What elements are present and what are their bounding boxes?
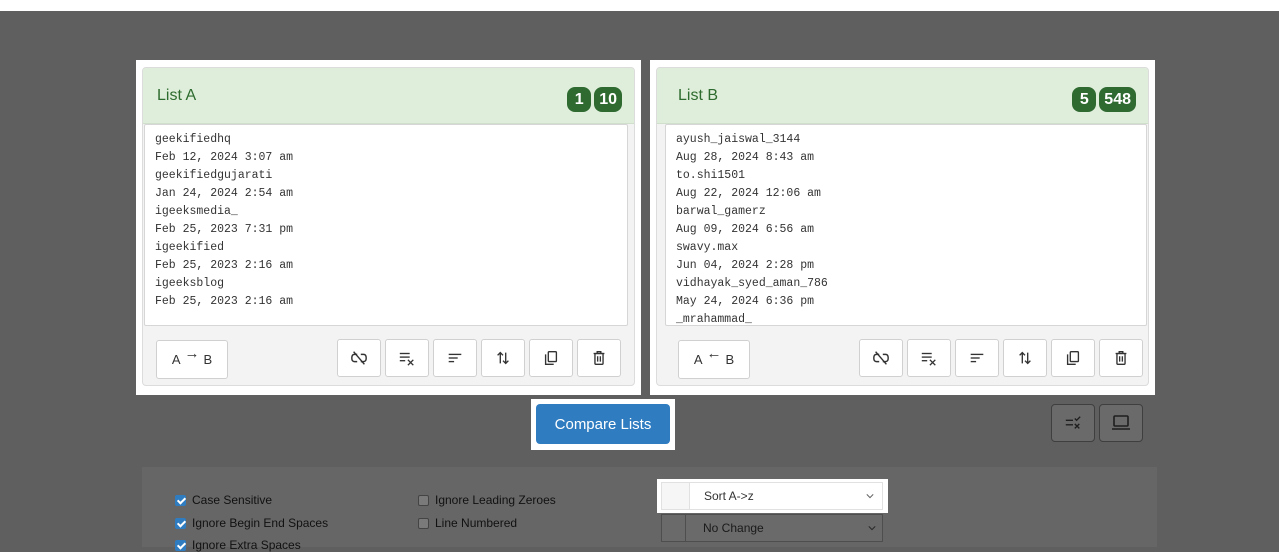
laptop-icon <box>1112 415 1130 430</box>
ignore-begin-end-spaces-label: Ignore Begin End Spaces <box>192 516 329 530</box>
sort-select-highlight: Sort A->z <box>657 479 888 513</box>
clear-format-icon <box>921 352 936 366</box>
list-a-badges: 1 10 <box>567 87 622 112</box>
arrow-right-icon: → <box>184 345 200 362</box>
sort-lines-icon <box>970 353 984 363</box>
swap-vertical-icon <box>1019 351 1031 365</box>
sort-select-value: Sort A->z <box>704 489 754 503</box>
copy-icon <box>544 351 558 365</box>
list-a-copy-button[interactable] <box>529 339 573 377</box>
list-a-title: List A <box>157 87 197 104</box>
line-numbered-checkbox[interactable] <box>418 517 429 529</box>
compare-highlight: Compare Lists <box>531 399 675 450</box>
list-b-card: List B 5 548 ayush_jaiswal_3144 Aug 28, … <box>656 67 1149 386</box>
list-b-panel: List B 5 548 ayush_jaiswal_3144 Aug 28, … <box>650 60 1155 395</box>
clear-format-icon <box>399 352 414 366</box>
chevron-down-icon <box>866 494 874 499</box>
list-check-icon <box>1065 416 1081 429</box>
trash-icon <box>593 351 605 365</box>
list-b-unlink-button[interactable] <box>859 339 903 377</box>
swap-vertical-icon <box>497 351 509 365</box>
list-b-swap-button[interactable] <box>1003 339 1047 377</box>
case-sensitive-checkbox[interactable] <box>175 494 186 506</box>
list-a-unique-count-badge: 1 <box>567 87 592 112</box>
line-numbered-label: Line Numbered <box>435 516 518 530</box>
unlink-icon <box>351 351 367 365</box>
ignore-extra-spaces-label: Ignore Extra Spaces <box>192 538 301 552</box>
list-a-swap-button[interactable] <box>481 339 525 377</box>
move-b-to-a-button[interactable]: A ← B <box>678 340 750 379</box>
ignore-leading-zeroes-checkbox[interactable] <box>418 494 429 506</box>
list-a-card: List A 1 10 geekifiedhq Feb 12, 2024 3:0… <box>142 67 635 386</box>
case-select-group: No Change <box>661 514 883 542</box>
list-a-sort-button[interactable] <box>433 339 477 377</box>
options-panel: Case Sensitive Ignore Begin End Spaces I… <box>142 467 1157 552</box>
list-b-delete-button[interactable] <box>1099 339 1143 377</box>
list-b-header: List B 5 548 <box>657 68 1148 124</box>
arrow-left-icon: ← <box>706 345 722 362</box>
unlink-icon <box>873 351 889 365</box>
sort-lines-icon <box>448 353 462 363</box>
list-b-total-count-badge: 548 <box>1099 87 1136 112</box>
case-sensitive-label: Case Sensitive <box>192 493 273 507</box>
list-a-total-count-badge: 10 <box>594 87 622 112</box>
ignore-begin-end-spaces-option[interactable]: Ignore Begin End Spaces <box>175 516 328 530</box>
case-select[interactable]: No Change <box>685 515 882 541</box>
list-a-clear-format-button[interactable] <box>385 339 429 377</box>
line-numbered-option[interactable]: Line Numbered <box>418 516 517 530</box>
copy-icon <box>1066 351 1080 365</box>
trash-icon <box>1115 351 1127 365</box>
list-a-panel: List A 1 10 geekifiedhq Feb 12, 2024 3:0… <box>136 60 641 395</box>
list-b-title: List B <box>678 87 719 104</box>
case-select-value: No Change <box>703 521 764 535</box>
sort-select[interactable]: Sort A->z <box>689 483 882 509</box>
display-mode-button[interactable] <box>1099 404 1143 442</box>
sort-select-group: Sort A->z <box>661 482 883 510</box>
list-b-sort-button[interactable] <box>955 339 999 377</box>
list-b-clear-format-button[interactable] <box>907 339 951 377</box>
ignore-extra-spaces-checkbox[interactable] <box>175 539 186 551</box>
ignore-begin-end-spaces-checkbox[interactable] <box>175 517 186 529</box>
move-a-label: A <box>171 352 181 367</box>
toggle-options-button[interactable] <box>1051 404 1095 442</box>
list-a-header: List A 1 10 <box>143 68 634 124</box>
list-a-unlink-button[interactable] <box>337 339 381 377</box>
list-a-textarea[interactable]: geekifiedhq Feb 12, 2024 3:07 am geekifi… <box>144 124 628 326</box>
chevron-down-icon <box>868 526 876 531</box>
list-b-badges: 5 548 <box>1072 87 1136 112</box>
case-sensitive-option[interactable]: Case Sensitive <box>175 493 272 507</box>
move-a-label: A <box>693 352 703 367</box>
compare-lists-button[interactable]: Compare Lists <box>536 404 670 444</box>
list-b-textarea[interactable]: ayush_jaiswal_3144 Aug 28, 2024 8:43 am … <box>665 124 1147 326</box>
move-a-to-b-button[interactable]: A → B <box>156 340 228 379</box>
list-b-unique-count-badge: 5 <box>1072 87 1097 112</box>
ignore-extra-spaces-option[interactable]: Ignore Extra Spaces <box>175 538 301 552</box>
move-b-label: B <box>203 352 213 367</box>
top-band <box>0 0 1279 11</box>
list-b-copy-button[interactable] <box>1051 339 1095 377</box>
list-a-delete-button[interactable] <box>577 339 621 377</box>
ignore-leading-zeroes-label: Ignore Leading Zeroes <box>435 493 556 507</box>
ignore-leading-zeroes-option[interactable]: Ignore Leading Zeroes <box>418 493 556 507</box>
move-b-label: B <box>725 352 735 367</box>
